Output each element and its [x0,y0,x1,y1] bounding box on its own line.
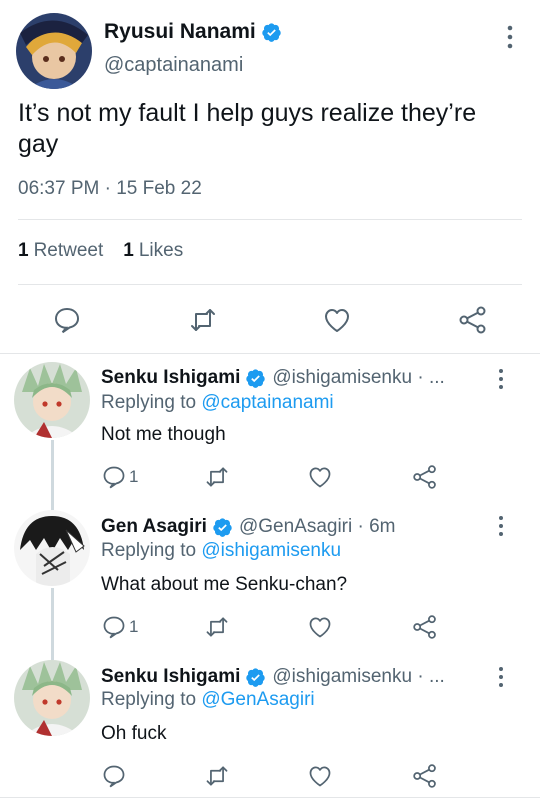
share-icon[interactable] [412,614,438,640]
reply-tweet[interactable]: Senku Ishigami @ishigamisenku · ... Repl… [0,354,540,502]
retweet-icon[interactable] [204,614,230,640]
avatar[interactable] [16,13,92,89]
share-icon[interactable] [412,763,438,789]
more-options-icon[interactable] [496,515,506,537]
reply-author-name[interactable]: Senku Ishigami [101,666,240,688]
retweet-icon[interactable] [188,305,218,335]
more-options-icon[interactable] [496,368,506,390]
avatar[interactable] [14,510,90,586]
retweet-stat[interactable]: 1 Retweet [18,240,103,262]
main-tweet: Ryusui Nanami @captainanami It’s not my … [0,0,540,354]
author-handle[interactable]: @captainanami [104,54,243,77]
divider [0,797,540,798]
reply-count: 1 [129,467,139,486]
main-action-bar [0,300,540,340]
reply-author-name[interactable]: Gen Asagiri [101,516,207,538]
verified-badge-icon [245,667,266,688]
retweet-icon[interactable] [204,763,230,789]
avatar[interactable] [14,362,90,438]
divider [18,284,522,285]
like-icon[interactable] [322,305,352,335]
verified-badge-icon [212,517,233,538]
replying-to-link[interactable]: @ishigamisenku [201,540,341,561]
reply-action-bar: 1 [0,464,540,494]
tweet-stats: 1 Retweet 1 Likes [18,240,183,262]
tweet-timestamp[interactable]: 06:37 PM · 15 Feb 22 [18,178,202,200]
reply-handle-time[interactable]: @ishigamisenku · ... [272,666,444,688]
replying-to: Replying to @ishigamisenku [101,540,342,561]
retweet-icon[interactable] [204,464,230,490]
reply-action-bar: 1 [0,614,540,644]
reply-count: 1 [129,617,139,636]
reply-action-bar [0,763,540,793]
thread-line [51,652,54,660]
reply-icon[interactable] [101,763,127,789]
reply-icon[interactable] [101,614,127,640]
share-icon[interactable] [458,305,488,335]
reply-text: What about me Senku-chan? [101,574,348,595]
replying-to-link[interactable]: @captainanami [201,392,333,413]
reply-icon[interactable] [52,305,82,335]
reply-text: Not me though [101,424,226,445]
likes-stat[interactable]: 1 Likes [123,240,183,262]
reply-tweet[interactable]: Senku Ishigami @ishigamisenku · ... Repl… [0,652,540,798]
avatar[interactable] [14,660,90,736]
divider [18,219,522,220]
like-icon[interactable] [307,763,333,789]
replying-to-link[interactable]: @GenAsagiri [201,689,314,710]
share-icon[interactable] [412,464,438,490]
verified-badge-icon [245,368,266,389]
replying-to: Replying to @GenAsagiri [101,689,315,710]
tweet-text: It’s not my fault I help guys realize th… [18,99,477,158]
more-options-icon[interactable] [504,24,516,50]
more-options-icon[interactable] [496,666,506,688]
reply-handle-time[interactable]: @ishigamisenku · ... [272,367,444,389]
replying-to: Replying to @captainanami [101,392,334,413]
reply-author-name[interactable]: Senku Ishigami [101,367,240,389]
author-name[interactable]: Ryusui Nanami [104,20,256,44]
reply-tweet[interactable]: Gen Asagiri @GenAsagiri · 6m Replying to… [0,502,540,652]
reply-icon[interactable] [101,464,127,490]
verified-badge-icon [261,22,282,43]
reply-handle-time[interactable]: @GenAsagiri · 6m [239,516,396,538]
thread-line [51,502,54,510]
like-icon[interactable] [307,464,333,490]
reply-text: Oh fuck [101,723,167,744]
like-icon[interactable] [307,614,333,640]
